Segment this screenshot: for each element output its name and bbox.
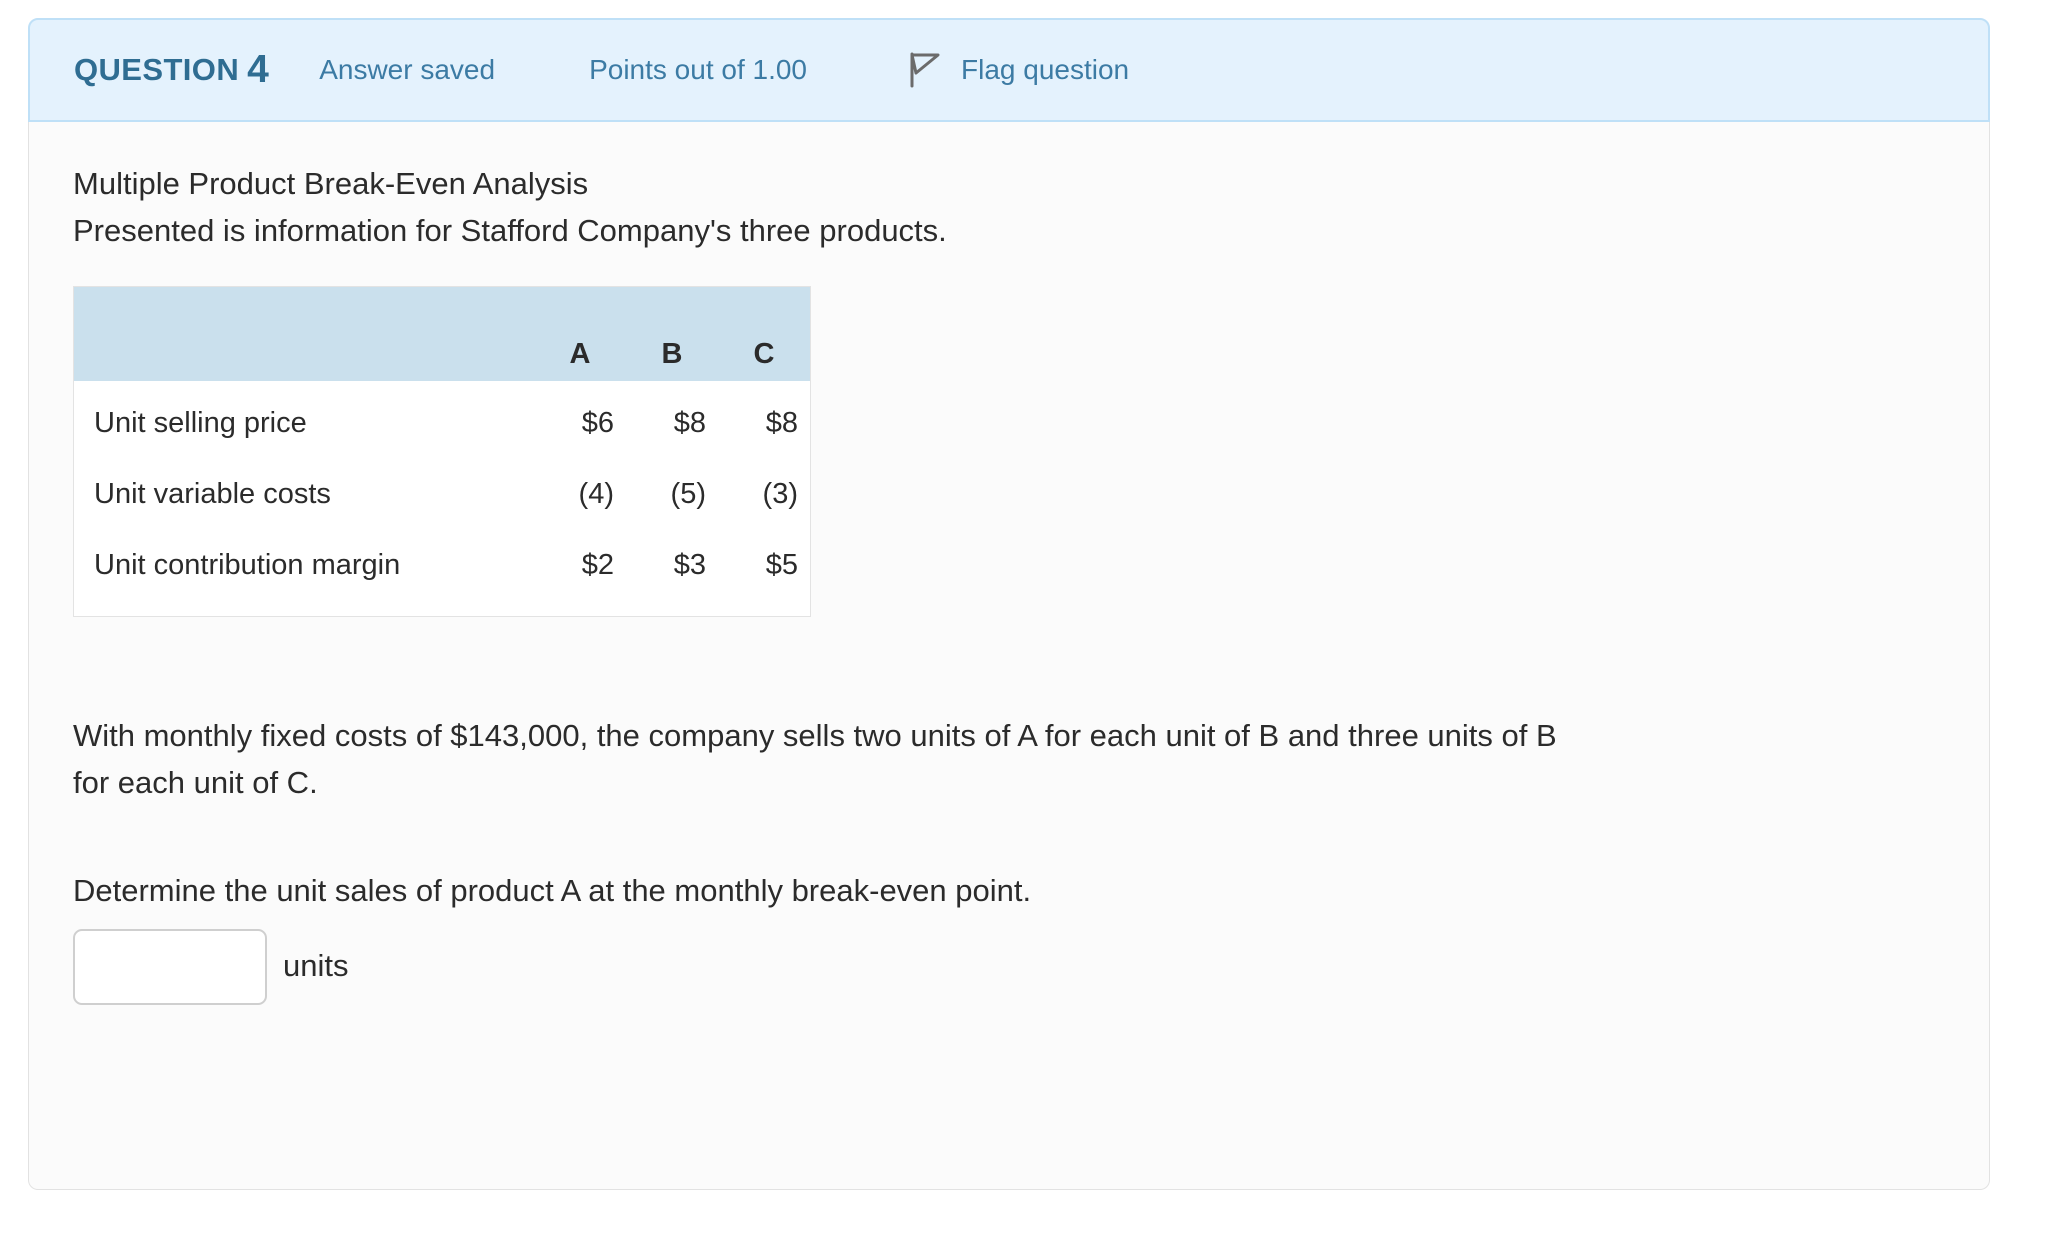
cell-unit-selling-price-b: $8: [626, 381, 718, 460]
flag-question-button[interactable]: Flag question: [907, 51, 1129, 89]
flag-pennant-icon: [907, 51, 941, 89]
prompt-block: Determine the unit sales of product A at…: [73, 868, 1945, 1005]
cell-unit-variable-costs-c: (3): [718, 459, 811, 531]
scenario-text: With monthly fixed costs of $143,000, th…: [73, 718, 1557, 800]
cell-unit-variable-costs-b: (5): [626, 459, 718, 531]
table-header-col-b: B: [626, 286, 718, 382]
flag-question-label: Flag question: [961, 54, 1130, 85]
table-row: Unit variable costs (4) (5) (3): [73, 459, 811, 531]
cell-unit-contribution-margin-c: $5: [718, 530, 811, 617]
cell-unit-contribution-margin-b: $3: [626, 530, 718, 617]
question-intro-text: Multiple Product Break-Even Analysis Pre…: [73, 160, 1945, 254]
cell-unit-selling-price-c: $8: [718, 381, 811, 460]
answer-unit-label: units: [283, 948, 349, 984]
table-header-rowlabel: [73, 286, 534, 382]
question-title: Multiple Product Break-Even Analysis: [73, 166, 589, 201]
question-number: 4: [247, 48, 270, 91]
table-row: Unit selling price $6 $8 $8: [73, 381, 811, 460]
prompt-text: Determine the unit sales of product A at…: [73, 873, 1032, 909]
product-data-table-wrap: A B C Unit selling price $6 $8 $8 Unit v…: [73, 286, 1945, 618]
question-word: QUESTION: [74, 52, 240, 87]
table-header-col-a: A: [534, 286, 626, 382]
cell-unit-contribution-margin-a: $2: [534, 530, 626, 617]
row-label-unit-contribution-margin: Unit contribution margin: [73, 530, 534, 617]
page-root: QUESTION 4 Answer saved Points out of 1.0…: [0, 0, 2046, 1241]
table-header-col-c: C: [718, 286, 811, 382]
cell-unit-variable-costs-a: (4): [534, 459, 626, 531]
question-number-label: QUESTION 4: [74, 48, 269, 92]
product-data-table: A B C Unit selling price $6 $8 $8 Unit v…: [73, 286, 811, 618]
row-label-unit-variable-costs: Unit variable costs: [73, 459, 534, 531]
question-body: Multiple Product Break-Even Analysis Pre…: [28, 122, 1990, 1190]
question-intro: Presented is information for Stafford Co…: [73, 213, 947, 249]
answer-state-text: Answer saved: [319, 54, 496, 85]
table-head: A B C: [73, 286, 811, 382]
cell-unit-selling-price-a: $6: [534, 381, 626, 460]
question-header: QUESTION 4 Answer saved Points out of 1.0…: [28, 18, 1990, 122]
table-header-row: A B C: [73, 286, 811, 382]
answer-input[interactable]: [73, 928, 267, 1005]
table-row: Unit contribution margin $2 $3 $5: [73, 530, 811, 617]
points-text: Points out of 1.00: [589, 54, 808, 85]
answer-row: units: [73, 928, 1945, 1005]
scenario-text-block: With monthly fixed costs of $143,000, th…: [73, 713, 1573, 806]
row-label-unit-selling-price: Unit selling price: [73, 381, 534, 460]
table-body: Unit selling price $6 $8 $8 Unit variabl…: [73, 381, 811, 617]
question-card: QUESTION 4 Answer saved Points out of 1.0…: [28, 18, 1990, 1190]
